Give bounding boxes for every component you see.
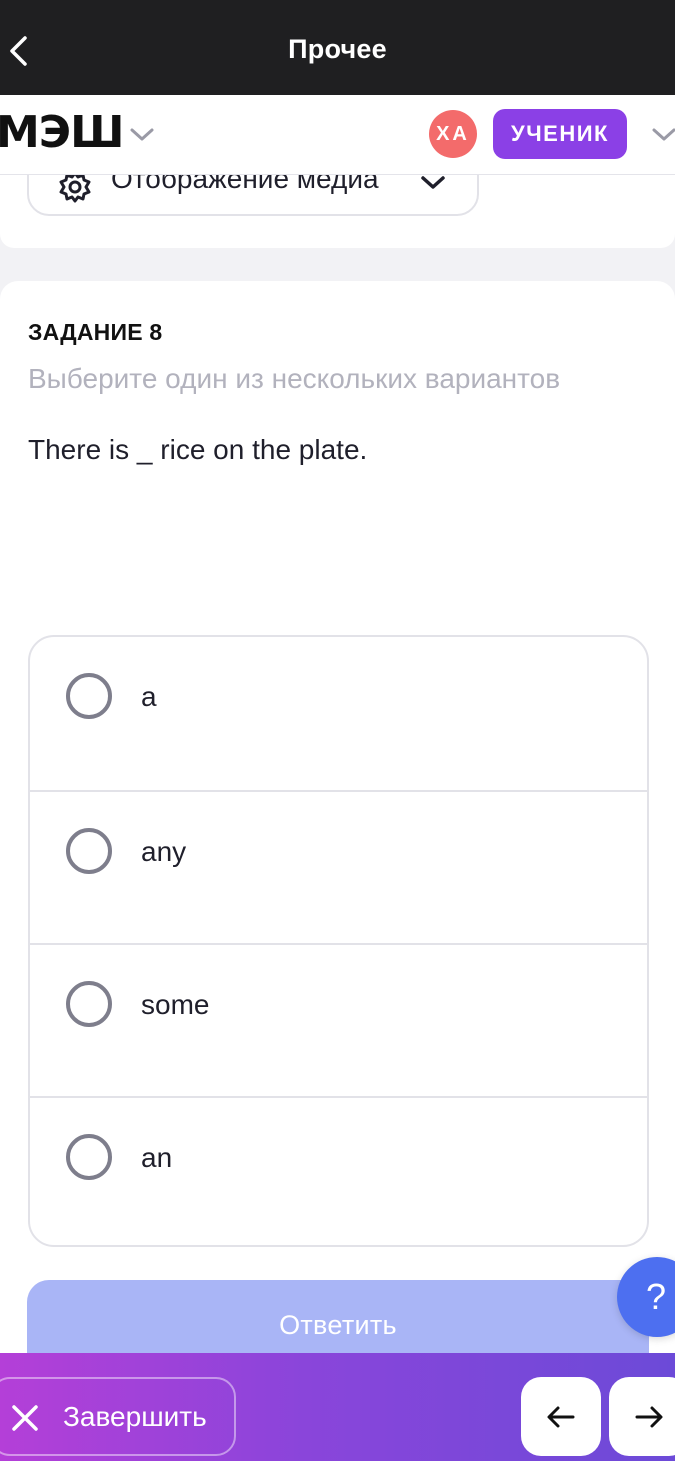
media-display-label: Отображение медиа [111, 175, 379, 194]
role-badge[interactable]: УЧЕНИК [493, 109, 627, 159]
task-instruction: Выберите один из нескольких вариантов [28, 363, 561, 394]
screen-title: Прочее [288, 34, 387, 64]
next-task-button[interactable] [609, 1377, 675, 1456]
finish-button[interactable]: Завершить [0, 1377, 236, 1456]
chevron-down-icon[interactable] [650, 125, 675, 145]
answer-option[interactable]: some [30, 943, 647, 1096]
radio-button[interactable] [66, 981, 112, 1027]
media-display-dropdown[interactable]: Отображение медиа [27, 175, 479, 216]
answer-option[interactable]: a [30, 637, 647, 790]
option-label: any [141, 836, 187, 867]
task-title: ЗАДАНИЕ 8 [28, 319, 163, 345]
option-label: a [141, 681, 157, 712]
bottom-bar: Завершить [0, 1353, 675, 1461]
top-bar: Прочее [0, 0, 675, 95]
task-card: ЗАДАНИЕ 8 Выберите один из нескольких ва… [0, 281, 675, 1381]
answer-options: a any some an [28, 635, 649, 1247]
answer-option[interactable]: an [30, 1096, 647, 1245]
radio-button[interactable] [66, 828, 112, 874]
option-label: an [141, 1142, 173, 1173]
task-question: There is _ rice on the plate. [28, 434, 368, 465]
radio-button[interactable] [66, 673, 112, 719]
gear-icon [57, 175, 93, 205]
chevron-down-icon[interactable] [128, 125, 156, 145]
radio-button[interactable] [66, 1134, 112, 1180]
option-label: some [141, 989, 210, 1020]
answer-option[interactable]: any [30, 790, 647, 943]
chevron-down-icon [419, 175, 447, 193]
finish-label: Завершить [63, 1401, 207, 1432]
arrow-left-icon [547, 1406, 575, 1427]
close-icon [10, 1403, 40, 1433]
media-settings-card: Отображение медиа [0, 175, 675, 248]
previous-task-button[interactable] [521, 1377, 601, 1456]
avatar[interactable]: ХА [429, 110, 477, 158]
logo[interactable]: МЭШ [0, 107, 124, 158]
arrow-right-icon [635, 1406, 663, 1427]
